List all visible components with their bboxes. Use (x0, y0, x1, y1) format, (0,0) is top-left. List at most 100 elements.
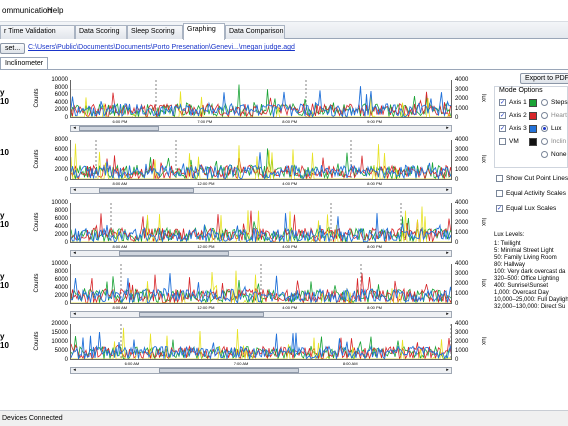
scroll-right-arrow[interactable]: ▸ (444, 311, 451, 318)
activity-chart[interactable] (70, 80, 452, 118)
x-tick-label: 8:00 AM (112, 181, 128, 186)
option-checkbox[interactable] (496, 190, 503, 197)
lux-level-item: 1,000: Overcast Day (494, 290, 549, 296)
scroll-left-arrow[interactable]: ◂ (71, 250, 78, 257)
scroll-right-arrow[interactable]: ▸ (444, 125, 451, 132)
scroll-thumb[interactable] (79, 126, 159, 131)
axis-color-swatch[interactable] (529, 124, 537, 133)
mode-radio[interactable] (541, 112, 548, 119)
activity-chart[interactable] (70, 324, 452, 360)
lux-level-item: 80: Hallway (494, 262, 526, 268)
scroll-left-arrow[interactable]: ◂ (71, 311, 78, 318)
lux-tick-label: 4000 (455, 261, 469, 267)
lux-tick-label: 2000 (455, 281, 469, 287)
y-tick-label: 0 (64, 301, 68, 307)
file-path-link[interactable]: C:\Users\Public\Documents\Documents\Port… (28, 44, 295, 51)
time-scrollbar[interactable]: ◂ ▸ (70, 125, 452, 132)
scroll-right-arrow[interactable]: ▸ (444, 250, 451, 257)
y-axis-title: Counts (34, 149, 40, 169)
x-tick-label: 12:00 PM (197, 244, 215, 249)
activity-chart[interactable] (70, 264, 452, 304)
x-tick-label: 7:00 PM (197, 119, 213, 124)
axis-checkbox[interactable] (499, 138, 506, 145)
x-tick-label: 4:00 PM (282, 305, 298, 310)
axis-color-swatch[interactable] (529, 98, 537, 107)
scroll-thumb[interactable] (99, 188, 194, 193)
axis-color-swatch[interactable] (529, 111, 537, 120)
option-checkbox[interactable]: ✓ (496, 205, 503, 212)
axis-color-swatch[interactable] (529, 137, 537, 146)
axis-checkbox[interactable]: ✓ (499, 99, 506, 106)
lux-tick-label: 4000 (455, 137, 469, 143)
mode-radio[interactable] (541, 151, 548, 158)
lux-tick-label: 0 (455, 240, 459, 246)
axis-checkbox[interactable]: ✓ (499, 125, 506, 132)
scroll-left-arrow[interactable]: ◂ (71, 125, 78, 132)
reset-button[interactable]: set... (0, 43, 26, 54)
option-checkbox[interactable] (496, 175, 503, 182)
lux-tick-label: 1000 (455, 348, 469, 354)
time-scrollbar[interactable]: ◂ ▸ (70, 311, 452, 318)
menu-help[interactable]: Help (47, 6, 63, 15)
tab-inclinometer[interactable]: Inclinometer (0, 57, 49, 69)
activity-chart[interactable] (70, 140, 452, 180)
row-label: 10 (0, 148, 9, 157)
mode-radio[interactable] (541, 99, 548, 106)
axis-label: Axis 3 (509, 125, 527, 132)
scroll-right-arrow[interactable]: ▸ (444, 367, 451, 374)
lux-tick-label: 3000 (455, 86, 469, 93)
mode-radio[interactable] (541, 125, 548, 132)
lux-tick-label: 3000 (455, 271, 469, 277)
y-tick-label: 2000 (54, 167, 68, 173)
tab-sleep-scoring[interactable]: Sleep Scoring (127, 25, 183, 39)
y-tick-label: 2000 (54, 293, 68, 299)
tab-data-scoring[interactable]: Data Scoring (75, 25, 127, 39)
mode-label: Inclin (551, 138, 567, 145)
y-tick-label: 20000 (51, 321, 68, 327)
y-tick-label: 0 (64, 357, 68, 363)
time-scrollbar[interactable]: ◂ ▸ (70, 367, 452, 374)
lux-tick-label: 2000 (455, 220, 469, 226)
y-tick-label: 2000 (54, 232, 68, 238)
scroll-right-arrow[interactable]: ▸ (444, 187, 451, 194)
export-pdf-button[interactable]: Export to PDF... (520, 73, 568, 84)
lux-axis-title: lux (480, 94, 486, 102)
lux-level-item: 100: Very dark overcast da (494, 269, 566, 275)
lux-level-item: 50: Family Living Room (494, 255, 557, 261)
tab-data-comparison[interactable]: Data Comparison (225, 25, 285, 39)
lux-tick-label: 2000 (455, 96, 469, 102)
tab-graphing[interactable]: Graphing (183, 23, 225, 40)
scroll-left-arrow[interactable]: ◂ (71, 367, 78, 374)
scroll-thumb[interactable] (119, 251, 229, 256)
mode-options-group: Mode Options ✓ Axis 1 ✓ Axis 2 ✓ Axis 3 VM Ste… (494, 86, 568, 168)
axis-label: Axis 1 (509, 99, 527, 106)
y-tick-label: 5000 (54, 348, 68, 354)
axis-label: Axis 2 (509, 112, 527, 119)
x-tick-label: 12:00 PM (197, 181, 215, 186)
mode-label: Heart (551, 112, 567, 119)
y-axis-title: Counts (34, 212, 40, 232)
scroll-thumb[interactable] (159, 368, 299, 373)
mode-label: Lux (551, 125, 562, 132)
mode-radio[interactable] (541, 138, 548, 145)
scroll-left-arrow[interactable]: ◂ (71, 187, 78, 194)
menu-bar: ommunication Help (0, 0, 568, 22)
scroll-thumb[interactable] (139, 312, 264, 317)
x-tick-label: 4:00 PM (282, 244, 298, 249)
y-tick-label: 4000 (54, 285, 68, 291)
x-tick-label: 7:00 AM (233, 361, 249, 366)
activity-chart[interactable] (70, 203, 452, 243)
time-scrollbar[interactable]: ◂ ▸ (70, 250, 452, 257)
axis-checkbox[interactable]: ✓ (499, 112, 506, 119)
axis-label: VM (509, 138, 519, 145)
menu-communication[interactable]: ommunication (2, 6, 52, 15)
lux-levels-title: Lux Levels: (494, 232, 525, 238)
x-tick-label: 8:00 AM (112, 244, 128, 249)
lux-tick-label: 0 (455, 115, 459, 121)
option-label: Equal Activity Scales (506, 190, 566, 197)
lux-level-item: 32,000–130,000: Direct Su (494, 304, 566, 310)
tab-time-validation[interactable]: r Time Validation (0, 25, 75, 39)
time-scrollbar[interactable]: ◂ ▸ (70, 187, 452, 194)
lux-tick-label: 0 (455, 357, 459, 363)
data-series-line (71, 210, 451, 242)
